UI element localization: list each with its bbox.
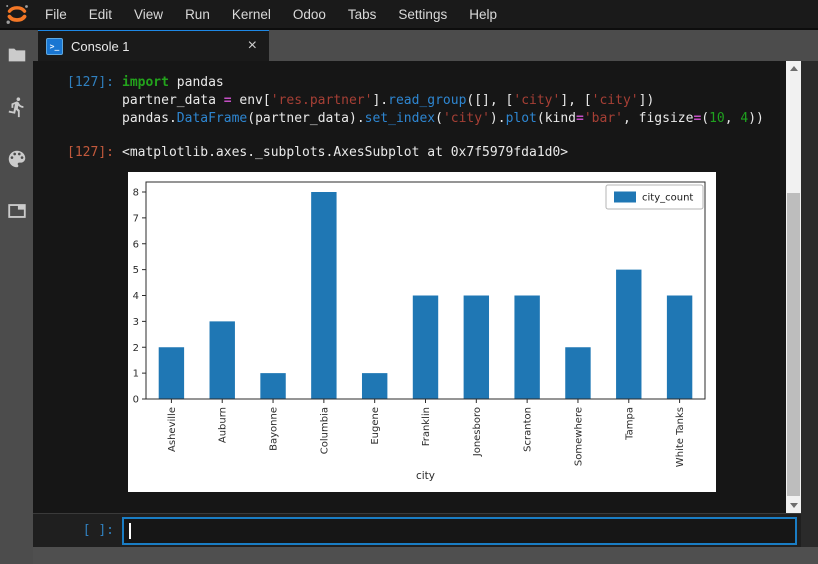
svg-text:Auburn: Auburn [218, 407, 229, 443]
output-cell: [127]: <matplotlib.axes._subplots.AxesSu… [33, 144, 786, 162]
file-browser-folder-icon[interactable] [6, 44, 28, 66]
scrollbar-up-button[interactable] [786, 61, 801, 76]
tab-close-icon[interactable]: × [244, 38, 261, 54]
menu-kernel[interactable]: Kernel [221, 0, 282, 28]
svg-text:White Tanks: White Tanks [675, 407, 686, 467]
menu-help[interactable]: Help [458, 0, 508, 28]
svg-text:5: 5 [133, 265, 139, 276]
bar-chart-svg: 0 1 2 3 4 5 6 7 8 Asheville Auburn Bayonne Columbia E… [128, 172, 716, 492]
menu-edit[interactable]: Edit [78, 0, 123, 28]
menu-run[interactable]: Run [174, 0, 221, 28]
menu-bar: File Edit View Run Kernel Odoo Tabs Sett… [0, 0, 818, 30]
console-input-row: [ ]: [33, 513, 801, 547]
svg-text:1: 1 [133, 369, 139, 380]
dock-tab-bar: >_ Console 1 × [33, 28, 818, 61]
svg-text:Tampa: Tampa [624, 407, 635, 441]
svg-text:4: 4 [133, 291, 139, 302]
svg-text:8: 8 [133, 188, 139, 199]
console-terminal-icon: >_ [46, 38, 63, 55]
svg-text:Somewhere: Somewhere [573, 407, 584, 466]
svg-text:city: city [416, 470, 435, 482]
svg-text:Jonesboro: Jonesboro [472, 407, 483, 457]
panel-right-margin [801, 61, 818, 547]
menu-view[interactable]: View [123, 0, 174, 28]
code-entry-input[interactable] [124, 519, 795, 543]
scrollbar-down-button[interactable] [786, 498, 801, 513]
output-repr-text: <matplotlib.axes._subplots.AxesSubplot a… [122, 144, 568, 162]
code-cell: [127]: import pandaspartner_data = env['… [33, 74, 786, 128]
svg-text:city_count: city_count [642, 193, 693, 204]
svg-text:3: 3 [133, 317, 139, 328]
running-sessions-runner-icon[interactable] [6, 96, 28, 118]
svg-text:Bayonne: Bayonne [269, 407, 280, 451]
menu-odoo[interactable]: Odoo [282, 0, 337, 28]
left-activity-bar [0, 28, 33, 564]
svg-text:7: 7 [133, 213, 139, 224]
up-arrow-icon [790, 66, 798, 71]
menu-settings[interactable]: Settings [387, 0, 458, 28]
matplotlib-figure: 0 1 2 3 4 5 6 7 8 Asheville Auburn Bayonne Columbia E… [128, 172, 716, 492]
entry-prompt: [ ]: [33, 523, 122, 538]
svg-text:6: 6 [133, 239, 139, 250]
scrollbar-thumb[interactable] [787, 193, 800, 496]
vertical-scrollbar[interactable] [786, 61, 801, 513]
svg-text:Scranton: Scranton [523, 407, 534, 452]
command-palette-icon[interactable] [6, 148, 28, 170]
down-arrow-icon [790, 503, 798, 508]
output-prompt: [127]: [33, 144, 122, 162]
input-prompt: [127]: [33, 74, 122, 128]
open-tabs-icon[interactable] [6, 200, 28, 222]
svg-text:Eugene: Eugene [370, 407, 381, 445]
console-panel: [127]: import pandaspartner_data = env['… [33, 61, 801, 513]
tab-console-1[interactable]: >_ Console 1 × [38, 28, 269, 61]
jupyter-logo-icon [0, 0, 34, 28]
menu-file[interactable]: File [34, 0, 78, 28]
svg-text:Franklin: Franklin [421, 407, 432, 446]
code-entry-box[interactable] [122, 517, 797, 545]
svg-text:2: 2 [133, 343, 139, 354]
svg-text:Columbia: Columbia [319, 407, 330, 454]
svg-text:0: 0 [133, 395, 139, 406]
tab-label: Console 1 [71, 39, 244, 54]
console-scroll-content: [127]: import pandaspartner_data = env['… [33, 61, 786, 513]
code-lines: import pandaspartner_data = env['res.par… [122, 74, 764, 128]
svg-text:Asheville: Asheville [167, 407, 178, 452]
menu-tabs[interactable]: Tabs [337, 0, 388, 28]
